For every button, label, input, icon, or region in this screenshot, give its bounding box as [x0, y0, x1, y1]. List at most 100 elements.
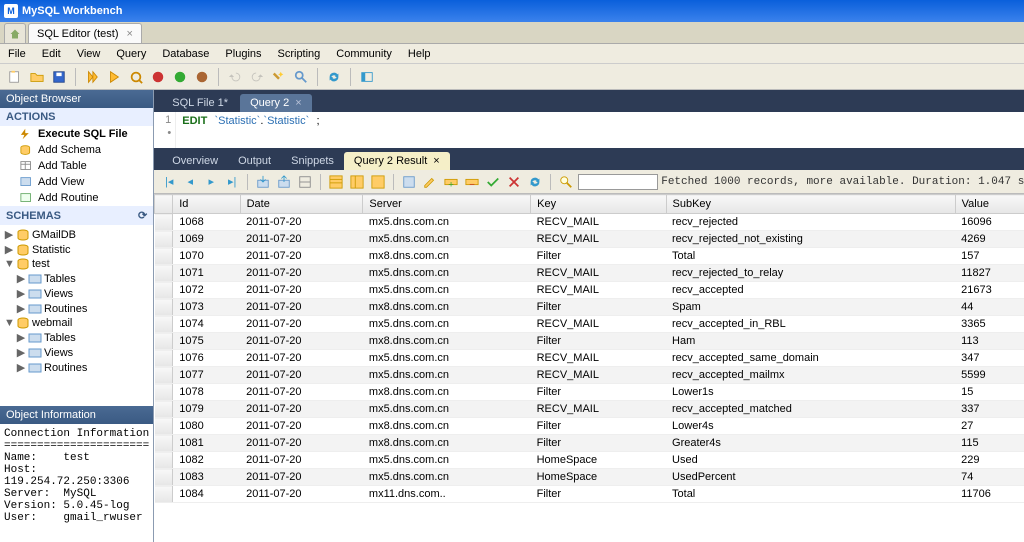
- table-row[interactable]: 10692011-07-20mx5.dns.com.cnRECV_MAILrec…: [155, 231, 1024, 248]
- find-icon[interactable]: [292, 68, 310, 86]
- editor-tab-1[interactable]: SQL File 1*: [162, 94, 238, 112]
- action-add-schema[interactable]: Add Schema: [0, 142, 153, 158]
- table-row[interactable]: 10842011-07-20mx11.dns.com..FilterTotal1…: [155, 486, 1024, 503]
- triangle-down-icon[interactable]: ▼: [4, 317, 14, 329]
- save-icon[interactable]: [50, 68, 68, 86]
- tab-query-result[interactable]: Query 2 Result×: [344, 152, 450, 170]
- menu-file[interactable]: File: [8, 48, 26, 60]
- triangle-right-icon[interactable]: ▶: [16, 361, 26, 374]
- col-key[interactable]: Key: [531, 195, 666, 214]
- schema-test[interactable]: ▼test: [4, 257, 149, 271]
- menu-community[interactable]: Community: [336, 48, 392, 60]
- close-icon[interactable]: ×: [433, 155, 439, 167]
- grid-view-icon[interactable]: [327, 173, 345, 191]
- commit-icon[interactable]: [171, 68, 189, 86]
- result-grid[interactable]: IdDateServerKeySubKeyValueAddition 10682…: [154, 194, 1024, 542]
- table-row[interactable]: 10732011-07-20mx8.dns.com.cnFilterSpam44: [155, 299, 1024, 316]
- menu-query[interactable]: Query: [116, 48, 146, 60]
- col-value[interactable]: Value: [955, 195, 1024, 214]
- table-row[interactable]: 10772011-07-20mx5.dns.com.cnRECV_MAILrec…: [155, 367, 1024, 384]
- schema-child-routines[interactable]: ▶Routines: [4, 301, 149, 316]
- search-result-icon[interactable]: [557, 173, 575, 191]
- execute-current-icon[interactable]: [105, 68, 123, 86]
- text-view-icon[interactable]: [369, 173, 387, 191]
- table-row[interactable]: 10682011-07-20mx5.dns.com.cnRECV_MAILrec…: [155, 214, 1024, 231]
- menu-database[interactable]: Database: [162, 48, 209, 60]
- table-row[interactable]: 10812011-07-20mx8.dns.com.cnFilterGreate…: [155, 435, 1024, 452]
- stop-icon[interactable]: [149, 68, 167, 86]
- refresh-result-icon[interactable]: [526, 173, 544, 191]
- insert-row-icon[interactable]: +: [442, 173, 460, 191]
- table-row[interactable]: 10712011-07-20mx5.dns.com.cnRECV_MAILrec…: [155, 265, 1024, 282]
- menu-scripting[interactable]: Scripting: [278, 48, 321, 60]
- form-view-icon[interactable]: [348, 173, 366, 191]
- table-row[interactable]: 10782011-07-20mx8.dns.com.cnFilterLower1…: [155, 384, 1024, 401]
- close-icon[interactable]: ×: [295, 97, 301, 109]
- home-tab[interactable]: [4, 23, 26, 43]
- table-row[interactable]: 10822011-07-20mx5.dns.com.cnHomeSpaceUse…: [155, 452, 1024, 469]
- edit-icon[interactable]: [421, 173, 439, 191]
- close-icon[interactable]: ×: [127, 28, 133, 40]
- table-row[interactable]: 10792011-07-20mx5.dns.com.cnRECV_MAILrec…: [155, 401, 1024, 418]
- first-page-icon[interactable]: |◂: [160, 173, 178, 191]
- tab-output[interactable]: Output: [228, 152, 281, 170]
- apply-icon[interactable]: [484, 173, 502, 191]
- table-row[interactable]: 10722011-07-20mx5.dns.com.cnRECV_MAILrec…: [155, 282, 1024, 299]
- editor-tab-2[interactable]: Query 2×: [240, 94, 312, 112]
- schema-gmaildb[interactable]: ▶GMailDB: [4, 227, 149, 242]
- last-page-icon[interactable]: ▸|: [223, 173, 241, 191]
- col-subkey[interactable]: SubKey: [666, 195, 955, 214]
- action-add-table[interactable]: Add Table: [0, 158, 153, 174]
- redo-icon[interactable]: [248, 68, 266, 86]
- wrap-cell-icon[interactable]: [400, 173, 418, 191]
- table-row[interactable]: 10832011-07-20mx5.dns.com.cnHomeSpaceUse…: [155, 469, 1024, 486]
- table-row[interactable]: 10802011-07-20mx8.dns.com.cnFilterLower4…: [155, 418, 1024, 435]
- menu-edit[interactable]: Edit: [42, 48, 61, 60]
- schema-child-tables[interactable]: ▶Tables: [4, 271, 149, 286]
- tab-overview[interactable]: Overview: [162, 152, 228, 170]
- triangle-right-icon[interactable]: ▶: [16, 272, 26, 285]
- col-date[interactable]: Date: [240, 195, 363, 214]
- prev-page-icon[interactable]: ◂: [181, 173, 199, 191]
- schema-webmail[interactable]: ▼webmail: [4, 316, 149, 330]
- schema-child-tables[interactable]: ▶Tables: [4, 330, 149, 345]
- export-icon[interactable]: [254, 173, 272, 191]
- triangle-right-icon[interactable]: ▶: [4, 243, 14, 256]
- triangle-right-icon[interactable]: ▶: [16, 287, 26, 300]
- autosize-icon[interactable]: [296, 173, 314, 191]
- action-add-routine[interactable]: Add Routine: [0, 190, 153, 206]
- action-add-view[interactable]: Add View: [0, 174, 153, 190]
- triangle-right-icon[interactable]: ▶: [16, 302, 26, 315]
- import-icon[interactable]: [275, 173, 293, 191]
- beautify-icon[interactable]: [270, 68, 288, 86]
- sql-editor[interactable]: 1 • EDIT `Statistic`.`Statistic` ;: [154, 112, 1024, 148]
- triangle-right-icon[interactable]: ▶: [4, 228, 14, 241]
- menu-view[interactable]: View: [77, 48, 101, 60]
- table-row[interactable]: 10752011-07-20mx8.dns.com.cnFilterHam113: [155, 333, 1024, 350]
- execute-icon[interactable]: [83, 68, 101, 86]
- table-row[interactable]: 10762011-07-20mx5.dns.com.cnRECV_MAILrec…: [155, 350, 1024, 367]
- schema-child-views[interactable]: ▶Views: [4, 345, 149, 360]
- open-sql-icon[interactable]: [28, 68, 46, 86]
- revert-icon[interactable]: [505, 173, 523, 191]
- table-row[interactable]: 10742011-07-20mx5.dns.com.cnRECV_MAILrec…: [155, 316, 1024, 333]
- triangle-down-icon[interactable]: ▼: [4, 258, 14, 270]
- schema-child-routines[interactable]: ▶Routines: [4, 360, 149, 375]
- col-id[interactable]: Id: [173, 195, 240, 214]
- delete-row-icon[interactable]: −: [463, 173, 481, 191]
- triangle-right-icon[interactable]: ▶: [16, 331, 26, 344]
- new-sql-tab-icon[interactable]: [6, 68, 24, 86]
- result-search-input[interactable]: [578, 174, 658, 190]
- tab-snippets[interactable]: Snippets: [281, 152, 344, 170]
- refresh-icon[interactable]: ⟳: [138, 209, 147, 222]
- schema-statistic[interactable]: ▶Statistic: [4, 242, 149, 257]
- next-page-icon[interactable]: ▸: [202, 173, 220, 191]
- triangle-right-icon[interactable]: ▶: [16, 346, 26, 359]
- col-server[interactable]: Server: [363, 195, 531, 214]
- undo-icon[interactable]: [226, 68, 244, 86]
- reconnect-icon[interactable]: [325, 68, 343, 86]
- menu-help[interactable]: Help: [408, 48, 431, 60]
- toggle-panel-icon[interactable]: [358, 68, 376, 86]
- rollback-icon[interactable]: [193, 68, 211, 86]
- explain-icon[interactable]: [127, 68, 145, 86]
